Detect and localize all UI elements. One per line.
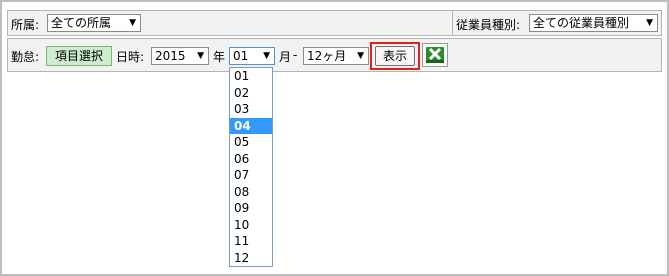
employee-type-label: 従業員種別: (456, 18, 521, 32)
month-option[interactable]: 11 (230, 233, 272, 250)
excel-icon (426, 47, 444, 63)
period-select-value: 12ヶ月 (307, 49, 347, 63)
chevron-down-icon: ▼ (129, 18, 136, 28)
main-frame: 所属: 全ての所属 ▼ 従業員種別: 全ての従業員種別 ▼ 勤怠: 項目選択 日… (0, 0, 669, 276)
chevron-down-icon: ▼ (357, 51, 364, 61)
month-option[interactable]: 06 (230, 151, 272, 168)
affiliation-label: 所属: (11, 18, 40, 32)
employee-type-select-value: 全ての従業員種別 (533, 16, 630, 30)
month-option[interactable]: 04 (230, 117, 272, 134)
month-option[interactable]: 07 (230, 167, 272, 184)
range-dash: - (293, 48, 298, 62)
month-option[interactable]: 08 (230, 184, 272, 201)
filter-row: 所属: 全ての所属 ▼ 従業員種別: 全ての従業員種別 ▼ (7, 10, 662, 36)
employee-type-select[interactable]: 全ての従業員種別 ▼ (529, 14, 658, 32)
month-select[interactable]: 01 ▼ (229, 47, 275, 65)
month-option[interactable]: 03 (230, 101, 272, 118)
year-select[interactable]: 2015 ▼ (151, 47, 209, 65)
chevron-down-icon: ▼ (263, 51, 270, 61)
month-option[interactable]: 02 (230, 85, 272, 102)
month-option[interactable]: 05 (230, 134, 272, 151)
column-divider (452, 11, 453, 35)
attendance-label: 勤怠: (11, 50, 40, 64)
item-select-button[interactable]: 項目選択 (46, 46, 112, 66)
month-option[interactable]: 12 (230, 250, 272, 267)
datetime-label: 日時: (116, 50, 145, 64)
period-select[interactable]: 12ヶ月 ▼ (303, 47, 369, 65)
month-option[interactable]: 01 (230, 68, 272, 85)
month-unit: 月 (279, 50, 292, 64)
month-dropdown-list[interactable]: 01 02 03 04 05 06 07 08 09 10 11 12 (229, 67, 273, 267)
affiliation-select-value: 全ての所属 (51, 16, 112, 30)
attendance-row: 勤怠: 項目選択 日時: 2015 ▼ 年 01 ▼ 月 - 12ヶ月 ▼ 表示 (7, 38, 662, 72)
affiliation-select[interactable]: 全ての所属 ▼ (47, 14, 141, 32)
show-button[interactable]: 表示 (375, 46, 415, 66)
chevron-down-icon: ▼ (197, 51, 204, 61)
chevron-down-icon: ▼ (646, 18, 653, 28)
year-unit: 年 (213, 50, 226, 64)
excel-export-button[interactable] (422, 43, 448, 67)
month-option[interactable]: 09 (230, 200, 272, 217)
month-select-value: 01 (233, 49, 249, 63)
month-option[interactable]: 10 (230, 217, 272, 234)
year-select-value: 2015 (155, 49, 186, 63)
